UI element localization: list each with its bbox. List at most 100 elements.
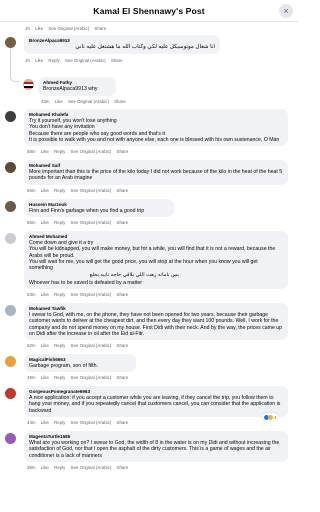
reply-button[interactable]: Reply bbox=[54, 420, 65, 425]
comment-meta: 56m Like Reply See Original (Arabic) Sha… bbox=[27, 188, 132, 193]
comment-bubble: Mohamed Khalefa Try it yourself, you won… bbox=[24, 109, 288, 146]
see-original-button[interactable]: See Original (Arabic) bbox=[71, 465, 112, 470]
post-title: Kamal El Shennawy's Post bbox=[93, 5, 205, 16]
avatar[interactable] bbox=[5, 388, 16, 399]
comment-meta: 52m Like Reply See Original (Arabic) Sha… bbox=[27, 343, 132, 348]
reply-button[interactable]: Reply bbox=[54, 343, 65, 348]
comment-time: 49m bbox=[27, 375, 36, 380]
reaction-summary[interactable]: 4 bbox=[262, 413, 279, 421]
see-original-button[interactable]: See Original (Arabic) bbox=[48, 26, 89, 31]
comment-time: 1h bbox=[25, 26, 30, 31]
like-button[interactable]: Like bbox=[35, 26, 43, 31]
like-button[interactable]: Like bbox=[41, 149, 49, 154]
comment-time: 39m bbox=[27, 465, 36, 470]
share-button[interactable]: Share bbox=[117, 343, 129, 348]
avatar[interactable] bbox=[5, 305, 16, 316]
comment-time: 55m bbox=[27, 220, 36, 225]
share-button[interactable]: Share bbox=[117, 188, 129, 193]
see-original-button[interactable]: See Original (Arabic) bbox=[71, 420, 112, 425]
reply-button[interactable]: Reply bbox=[54, 375, 65, 380]
avatar[interactable] bbox=[5, 233, 16, 244]
close-icon[interactable]: × bbox=[279, 4, 293, 18]
like-button[interactable]: Like bbox=[41, 420, 49, 425]
comment-text: What are you working on? I swear to God,… bbox=[29, 440, 280, 459]
reply-button[interactable]: Reply bbox=[54, 292, 65, 297]
comment-text: Garbage program, son of filth. bbox=[29, 363, 98, 369]
comment-time: 1h bbox=[25, 58, 30, 63]
comment-text: Try it yourself, you won't lose anything… bbox=[29, 118, 280, 143]
comment-bubble: Mohamed Saif More important than this is… bbox=[24, 160, 288, 185]
share-button[interactable]: Share bbox=[117, 220, 129, 225]
like-button[interactable]: Like bbox=[35, 58, 43, 63]
like-button[interactable]: Like bbox=[41, 343, 49, 348]
see-original-button[interactable]: See Original (Arabic) bbox=[71, 149, 112, 154]
like-button[interactable]: Like bbox=[41, 465, 49, 470]
comment-text: انا شغال موتوسيكل عليه لكي وكتاب الله ما… bbox=[75, 44, 215, 50]
comment-meta: 58m Like Reply See Original (Arabic) Sha… bbox=[27, 149, 132, 154]
avatar[interactable] bbox=[23, 79, 34, 90]
comment-time: 53m bbox=[27, 292, 36, 297]
comment-text: A nice application: if you accept a cust… bbox=[29, 395, 281, 414]
avatar[interactable] bbox=[5, 37, 16, 48]
reply-button[interactable]: Reply bbox=[54, 465, 65, 470]
like-button[interactable]: Like bbox=[41, 188, 49, 193]
comment-bubble: Ahmed Mohamed Come down and give it a tr… bbox=[24, 231, 288, 289]
see-original-button[interactable]: See Original (Arabic) bbox=[71, 292, 112, 297]
share-button[interactable]: Share bbox=[117, 292, 129, 297]
comment-meta: 39m Like Reply See Original (Arabic) Sha… bbox=[27, 465, 132, 470]
comment-text-secondary: Whoever has to be saved is defeated by a… bbox=[29, 279, 143, 286]
comments-feed[interactable]: 1h Like See Original (Arabic) Share Bron… bbox=[0, 23, 298, 512]
see-original-button[interactable]: See Original (Arabic) bbox=[71, 375, 112, 380]
see-original-button[interactable]: See Original (Arabic) bbox=[71, 220, 112, 225]
comment-meta: 44m Like Reply See Original (Arabic) Sha… bbox=[27, 420, 132, 425]
post-header: Kamal El Shennawy's Post × bbox=[0, 0, 298, 22]
reply-bubble: Ahmed Fathy BronzeAlpaca9913 why bbox=[38, 77, 116, 96]
like-button[interactable]: Like bbox=[55, 99, 63, 104]
comment-bubble: BronzeAlpaca9913 انا شغال موتوسيكل عليه … bbox=[24, 35, 220, 54]
reply-text: BronzeAlpaca9913 why bbox=[43, 86, 98, 92]
comment-arabic-text: بس باماته زهت اللي بلاقي حاجه تانيه بخلع bbox=[89, 272, 179, 279]
comment-time: 58m bbox=[27, 149, 36, 154]
comment-meta: 55m Like Reply See Original (Arabic) Sha… bbox=[27, 220, 132, 225]
comment-meta: 1h Like See Original (Arabic) Share bbox=[25, 26, 110, 31]
avatar[interactable] bbox=[5, 111, 16, 122]
comment-bubble: MagentaTurtle1585 What are you working o… bbox=[24, 431, 288, 462]
reply-button[interactable]: Reply bbox=[54, 220, 65, 225]
comment-bubble: Mohamed Tawfik I swear to God, with me, … bbox=[24, 303, 288, 340]
reaction-count: 4 bbox=[274, 414, 277, 420]
see-original-button[interactable]: See Original (Arabic) bbox=[71, 188, 112, 193]
reply-button[interactable]: Reply bbox=[48, 58, 59, 63]
comment-meta: 49m Like Reply See Original (Arabic) Sha… bbox=[27, 375, 132, 380]
see-original-button[interactable]: See Original (Arabic) bbox=[68, 99, 109, 104]
share-button[interactable]: Share bbox=[111, 58, 123, 63]
comment-bubble: MagicalFish6663 Garbage program, son of … bbox=[24, 354, 136, 373]
share-button[interactable]: Share bbox=[94, 26, 106, 31]
like-button[interactable]: Like bbox=[41, 292, 49, 297]
reply-meta: 43m Like See Original (Arabic) Share bbox=[41, 99, 130, 104]
reply-button[interactable]: Reply bbox=[54, 188, 65, 193]
share-button[interactable]: Share bbox=[117, 375, 129, 380]
comment-text: I swear to God, with me, on the phone, t… bbox=[29, 312, 283, 337]
comment-bubble: Hussein Marzouk Finn and Finn's garbage … bbox=[24, 199, 174, 218]
share-button[interactable]: Share bbox=[117, 420, 129, 425]
thread-connector bbox=[10, 73, 19, 82]
see-original-button[interactable]: See Original (Arabic) bbox=[71, 343, 112, 348]
comment-meta: 53m Like Reply See Original (Arabic) Sha… bbox=[27, 292, 132, 297]
avatar[interactable] bbox=[5, 162, 16, 173]
share-button[interactable]: Share bbox=[117, 149, 129, 154]
reply-button[interactable]: Reply bbox=[54, 149, 65, 154]
comment-meta: 1h Like Reply See Original (Arabic) Shar… bbox=[25, 58, 127, 63]
comment-text: Finn and Finn's garbage when you find a … bbox=[29, 208, 145, 214]
avatar[interactable] bbox=[5, 356, 16, 367]
flag-icon bbox=[24, 81, 33, 88]
see-original-button[interactable]: See Original (Arabic) bbox=[65, 58, 106, 63]
like-button[interactable]: Like bbox=[41, 220, 49, 225]
avatar[interactable] bbox=[5, 433, 16, 444]
share-button[interactable]: Share bbox=[117, 465, 129, 470]
haha-reaction-icon bbox=[268, 414, 273, 420]
share-button[interactable]: Share bbox=[114, 99, 126, 104]
like-button[interactable]: Like bbox=[41, 375, 49, 380]
comment-text: More important than this is the price of… bbox=[29, 169, 283, 182]
avatar[interactable] bbox=[5, 201, 16, 212]
reply-time: 43m bbox=[41, 99, 50, 104]
